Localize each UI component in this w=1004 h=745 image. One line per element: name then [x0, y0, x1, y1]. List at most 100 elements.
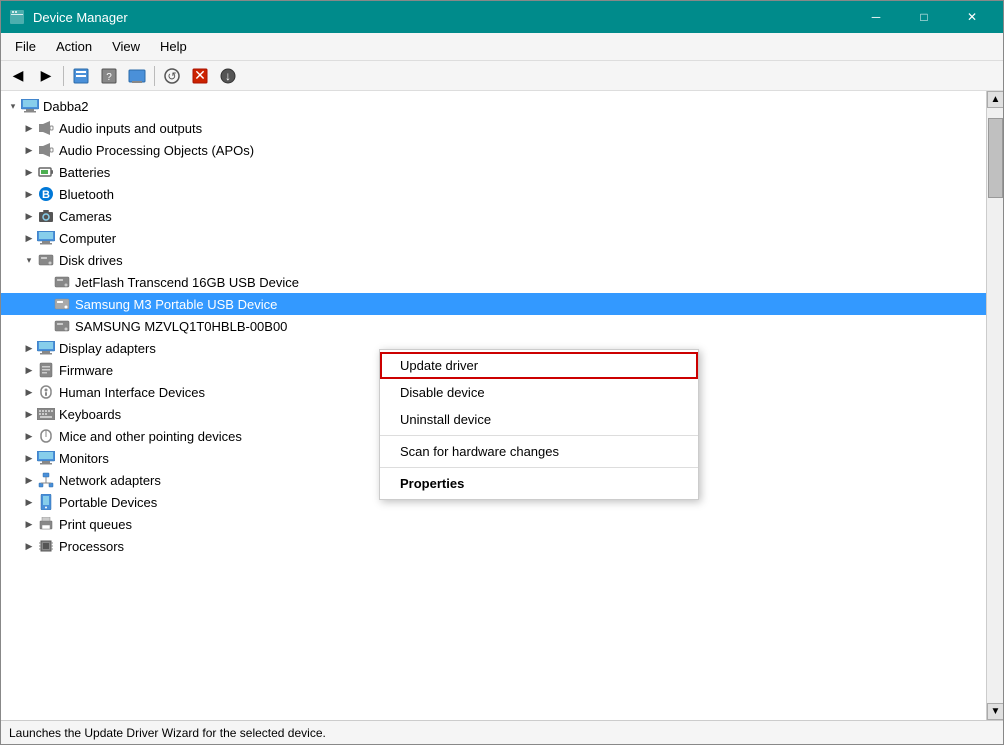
menu-view[interactable]: View	[102, 35, 150, 58]
expand-audio-io[interactable]: ▶	[21, 120, 37, 136]
tree-item-bluetooth[interactable]: ▶ B Bluetooth	[1, 183, 986, 205]
menu-action[interactable]: Action	[46, 35, 102, 58]
expand-hid[interactable]: ▶	[21, 384, 37, 400]
context-menu-separator-2	[380, 467, 698, 468]
expand-mice[interactable]: ▶	[21, 428, 37, 444]
context-menu-disable-device[interactable]: Disable device	[380, 379, 698, 406]
jetflash-label: JetFlash Transcend 16GB USB Device	[75, 275, 299, 290]
window-controls: ─ □ ✕	[853, 1, 995, 33]
monitors-icon	[37, 449, 55, 467]
display-icon	[37, 339, 55, 357]
context-menu-uninstall-device[interactable]: Uninstall device	[380, 406, 698, 433]
separator-1	[63, 66, 64, 86]
status-bar: Launches the Update Driver Wizard for th…	[1, 720, 1003, 744]
expand-keyboards[interactable]: ▶	[21, 406, 37, 422]
svg-text:?: ?	[106, 72, 112, 83]
minimize-button[interactable]: ─	[853, 1, 899, 33]
remove-device-button[interactable]: ✕	[187, 64, 213, 88]
expand-display[interactable]: ▶	[21, 340, 37, 356]
expand-cameras[interactable]: ▶	[21, 208, 37, 224]
display-label: Display adapters	[59, 341, 156, 356]
expand-network[interactable]: ▶	[21, 472, 37, 488]
forward-button[interactable]: ▶	[33, 64, 59, 88]
mice-icon	[37, 427, 55, 445]
expand-batteries[interactable]: ▶	[21, 164, 37, 180]
portable-label: Portable Devices	[59, 495, 157, 510]
firmware-label: Firmware	[59, 363, 113, 378]
expand-samsung-m3	[37, 296, 53, 312]
window-title: Device Manager	[33, 10, 853, 25]
samsung-mz-label: SAMSUNG MZVLQ1T0HBLB-00B00	[75, 319, 287, 334]
update-driver-button[interactable]: ?	[96, 64, 122, 88]
context-menu-properties[interactable]: Properties	[380, 470, 698, 497]
close-button[interactable]: ✕	[949, 1, 995, 33]
toolbar: ◀ ▶ ? ↺ ✕ ↓	[1, 61, 1003, 91]
device-info-button[interactable]	[124, 64, 150, 88]
expand-firmware[interactable]: ▶	[21, 362, 37, 378]
network-icon	[37, 471, 55, 489]
context-menu-scan-hardware[interactable]: Scan for hardware changes	[380, 438, 698, 465]
tree-item-disk-drives[interactable]: ▾ Disk drives	[1, 249, 986, 271]
tree-item-cameras[interactable]: ▶ Cameras	[1, 205, 986, 227]
scroll-track[interactable]	[987, 108, 1003, 703]
tree-item-audio-io[interactable]: ▶ Audio inputs and outputs	[1, 117, 986, 139]
expand-monitors[interactable]: ▶	[21, 450, 37, 466]
svg-text:↓: ↓	[225, 69, 231, 83]
tree-item-processors[interactable]: ▶ Processors	[1, 535, 986, 557]
properties-button[interactable]	[68, 64, 94, 88]
expand-bluetooth[interactable]: ▶	[21, 186, 37, 202]
samsung-m3-icon	[53, 295, 71, 313]
processors-label: Processors	[59, 539, 124, 554]
keyboards-icon	[37, 405, 55, 423]
audio-apo-label: Audio Processing Objects (APOs)	[59, 143, 254, 158]
print-icon	[37, 515, 55, 533]
menu-help[interactable]: Help	[150, 35, 197, 58]
expand-samsung-mz	[37, 318, 53, 334]
tree-item-audio-apo[interactable]: ▶ Audio Processing Objects (APOs)	[1, 139, 986, 161]
scan-button[interactable]: ↺	[159, 64, 185, 88]
hid-icon	[37, 383, 55, 401]
network-label: Network adapters	[59, 473, 161, 488]
tree-item-computer[interactable]: ▶ Computer	[1, 227, 986, 249]
install-driver-button[interactable]: ↓	[215, 64, 241, 88]
tree-item-jetflash[interactable]: JetFlash Transcend 16GB USB Device	[1, 271, 986, 293]
cameras-label: Cameras	[59, 209, 112, 224]
computer2-icon	[37, 229, 55, 247]
expand-processors[interactable]: ▶	[21, 538, 37, 554]
back-button[interactable]: ◀	[5, 64, 31, 88]
scroll-up-button[interactable]: ▲	[987, 91, 1003, 108]
audio-apo-icon	[37, 141, 55, 159]
tree-item-print[interactable]: ▶ Print queues	[1, 513, 986, 535]
root-label: Dabba2	[43, 99, 89, 114]
portable-icon	[37, 493, 55, 511]
tree-item-batteries[interactable]: ▶ Batteries	[1, 161, 986, 183]
context-menu-separator	[380, 435, 698, 436]
bluetooth-label: Bluetooth	[59, 187, 114, 202]
svg-text:B: B	[42, 189, 50, 201]
audio-io-icon	[37, 119, 55, 137]
expand-audio-apo[interactable]: ▶	[21, 142, 37, 158]
audio-io-label: Audio inputs and outputs	[59, 121, 202, 136]
tree-item-samsung-m3[interactable]: Samsung M3 Portable USB Device	[1, 293, 986, 315]
scroll-down-button[interactable]: ▼	[987, 703, 1003, 720]
expand-portable[interactable]: ▶	[21, 494, 37, 510]
expand-computer[interactable]: ▶	[21, 230, 37, 246]
context-menu-update-driver[interactable]: Update driver	[380, 352, 698, 379]
tree-item-samsung-mz[interactable]: SAMSUNG MZVLQ1T0HBLB-00B00	[1, 315, 986, 337]
keyboards-label: Keyboards	[59, 407, 121, 422]
monitors-label: Monitors	[59, 451, 109, 466]
samsung-mz-icon	[53, 317, 71, 335]
scroll-thumb[interactable]	[988, 118, 1003, 198]
expand-disk-drives[interactable]: ▾	[21, 252, 37, 268]
maximize-button[interactable]: □	[901, 1, 947, 33]
scrollbar[interactable]: ▲ ▼	[986, 91, 1003, 720]
expand-root[interactable]: ▾	[5, 98, 21, 114]
tree-root[interactable]: ▾ Dabba2	[1, 95, 986, 117]
processors-icon	[37, 537, 55, 555]
disk-drives-label: Disk drives	[59, 253, 123, 268]
title-bar: Device Manager ─ □ ✕	[1, 1, 1003, 33]
computer-icon	[21, 97, 39, 115]
svg-text:↺: ↺	[167, 71, 176, 83]
expand-print[interactable]: ▶	[21, 516, 37, 532]
menu-file[interactable]: File	[5, 35, 46, 58]
